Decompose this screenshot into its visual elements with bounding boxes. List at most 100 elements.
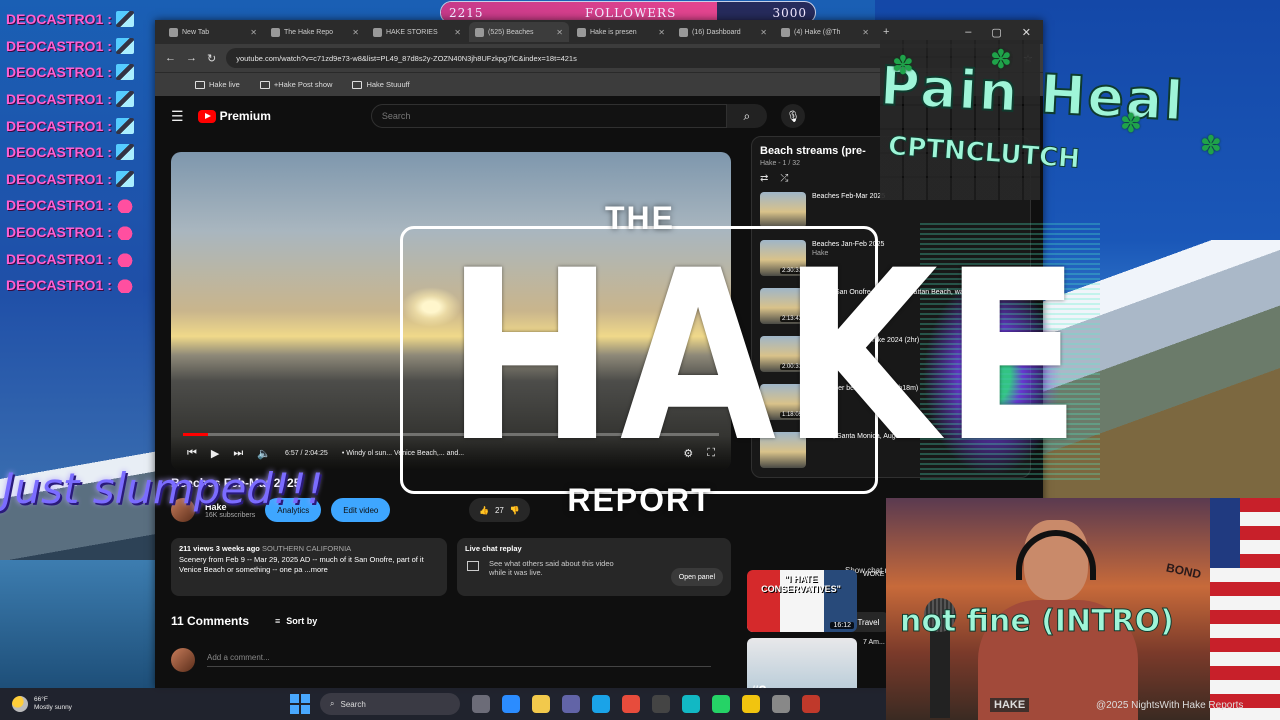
chat-username: DEOCASTRO1 — [6, 91, 104, 108]
folder-icon — [352, 80, 363, 89]
taskbar-search-label: Search — [340, 699, 366, 709]
user-avatar — [171, 648, 195, 672]
browser-tab[interactable]: (16) Dashboard ✕ — [673, 22, 773, 42]
chat-username: DEOCASTRO1 — [6, 250, 104, 267]
close-tab-icon[interactable]: ✕ — [760, 28, 767, 37]
tab-label: (4) Hake (@Th — [794, 28, 841, 36]
bookmark-item[interactable]: Hake live — [195, 80, 240, 89]
close-icon[interactable]: ✕ — [1022, 26, 1031, 39]
leaf-icon: ✽ — [892, 50, 914, 80]
taskbar-search[interactable]: ⌕ Search — [320, 693, 460, 715]
close-tab-icon[interactable]: ✕ — [352, 28, 359, 37]
browser-tab[interactable]: (525) Beaches ✕ — [469, 22, 569, 42]
chat-separator: : — [107, 250, 112, 267]
chrome-icon[interactable] — [622, 695, 640, 713]
copilot-icon[interactable] — [502, 695, 520, 713]
edit-video-button[interactable]: Edit video — [331, 498, 391, 522]
sort-button[interactable]: ≡ Sort by — [275, 616, 317, 626]
chrome-icon[interactable] — [742, 695, 760, 713]
next-icon[interactable]: ⏭ — [233, 447, 243, 460]
previous-icon[interactable]: ⏮ — [187, 447, 197, 460]
volume-icon[interactable]: 🔈 — [257, 447, 271, 460]
close-tab-icon[interactable]: ✕ — [454, 28, 461, 37]
bookmark-item[interactable]: Hake Stuuuff — [352, 80, 410, 89]
play-icon[interactable]: ▶ — [211, 447, 219, 460]
browser-tab[interactable]: The Hake Repo ✕ — [265, 22, 365, 42]
comment-input[interactable]: Add a comment... — [207, 653, 711, 667]
loop-icon[interactable]: ⇄ — [760, 173, 768, 184]
close-tab-icon[interactable]: ✕ — [658, 28, 665, 37]
obs-icon[interactable] — [652, 695, 670, 713]
chat-username: DEOCASTRO1 — [6, 144, 104, 161]
chat-username: DEOCASTRO1 — [6, 277, 104, 294]
task-view-icon[interactable] — [472, 695, 490, 713]
tab-label: (16) Dashboard — [692, 28, 741, 36]
menu-icon[interactable]: ☰ — [171, 108, 184, 125]
followers-current: 2215 — [449, 6, 484, 20]
app-icon[interactable] — [682, 695, 700, 713]
heart-emote — [115, 224, 134, 241]
file-explorer-icon[interactable] — [532, 695, 550, 713]
leaf-icon: ✽ — [1120, 108, 1142, 138]
location-tag[interactable]: SOUTHERN CALIFORNIA — [262, 544, 351, 553]
reload-icon[interactable]: ↻ — [207, 52, 216, 65]
back-icon[interactable]: ← — [165, 52, 176, 64]
chat-username: DEOCASTRO1 — [6, 170, 104, 187]
microphone-icon[interactable]: 🎙 — [780, 104, 805, 128]
app-icon[interactable] — [772, 695, 790, 713]
comment-count: 11 Comments — [171, 614, 250, 628]
weather-widget[interactable]: 66°F Mostly sunny — [0, 696, 270, 713]
duration-badge: 16:12 — [830, 622, 854, 629]
close-tab-icon[interactable]: ✕ — [556, 28, 563, 37]
weather-icon — [12, 696, 28, 712]
browser-tab[interactable]: HAKE STORIES ✕ — [367, 22, 467, 42]
tab-label: New Tab — [182, 28, 210, 36]
teams-icon[interactable] — [562, 695, 580, 713]
pixel-emote — [115, 144, 134, 161]
show-more-link[interactable]: ...more — [305, 565, 328, 574]
chat-message: DEOCASTRO1: — [6, 139, 156, 166]
description-text: Scenery from Feb 9 -- Mar 29, 2025 AD --… — [179, 554, 424, 575]
chat-separator: : — [107, 37, 112, 54]
chat-separator: : — [107, 170, 112, 187]
youtube-logo-text: Premium — [219, 109, 271, 123]
chat-separator: : — [107, 11, 112, 28]
chat-separator: : — [107, 277, 112, 294]
slumped-alert: Just slumped!!! — [2, 464, 324, 513]
edge-icon[interactable] — [592, 695, 610, 713]
video-description[interactable]: 211 views 3 weeks ago SOUTHERN CALIFORNI… — [171, 538, 447, 596]
chat-separator: : — [107, 117, 112, 134]
app-icon[interactable] — [802, 695, 820, 713]
new-tab-button[interactable]: + — [877, 26, 895, 38]
search-icon[interactable]: ⌕ — [726, 104, 767, 128]
live-chat-body: See what others said about this video wh… — [465, 559, 625, 577]
start-icon[interactable] — [290, 694, 310, 714]
open-panel-button[interactable]: Open panel — [670, 568, 723, 586]
window-controls: – ▢ ✕ — [965, 26, 1043, 39]
tab-label: (525) Beaches — [488, 28, 534, 36]
watermark: @2025 NightsWith Hake Reports — [1096, 700, 1244, 711]
chat-separator: : — [107, 144, 112, 161]
chat-username: DEOCASTRO1 — [6, 11, 104, 28]
whatsapp-icon[interactable] — [712, 695, 730, 713]
favicon-icon — [169, 27, 178, 37]
maximize-icon[interactable]: ▢ — [991, 26, 1001, 39]
bookmark-item[interactable]: +Hake Post show — [259, 80, 332, 89]
mic-sign: HAKE — [990, 698, 1030, 712]
youtube-logo[interactable]: Premium — [197, 109, 271, 123]
browser-tab[interactable]: New Tab ✕ — [163, 22, 263, 42]
favicon-icon — [781, 27, 790, 37]
shuffle-icon[interactable]: ⤮ — [780, 173, 788, 184]
youtube-search-input[interactable]: Search — [370, 104, 727, 128]
browser-tab[interactable]: Hake is presen ✕ — [571, 22, 671, 42]
followers-goal: 3000 — [772, 6, 807, 20]
chat-message: DEOCASTRO1: — [6, 59, 156, 86]
close-tab-icon[interactable]: ✕ — [862, 28, 869, 37]
video-thumbnail: "I HATE CONSERVATIVES" 16:12 — [747, 570, 857, 632]
pixel-emote — [115, 64, 134, 81]
live-chat-replay: Live chat replay See what others said ab… — [457, 538, 731, 596]
close-tab-icon[interactable]: ✕ — [250, 28, 257, 37]
browser-tab[interactable]: (4) Hake (@Th ✕ — [775, 22, 875, 42]
minimize-icon[interactable]: – — [965, 26, 971, 39]
forward-icon[interactable]: → — [186, 52, 197, 64]
